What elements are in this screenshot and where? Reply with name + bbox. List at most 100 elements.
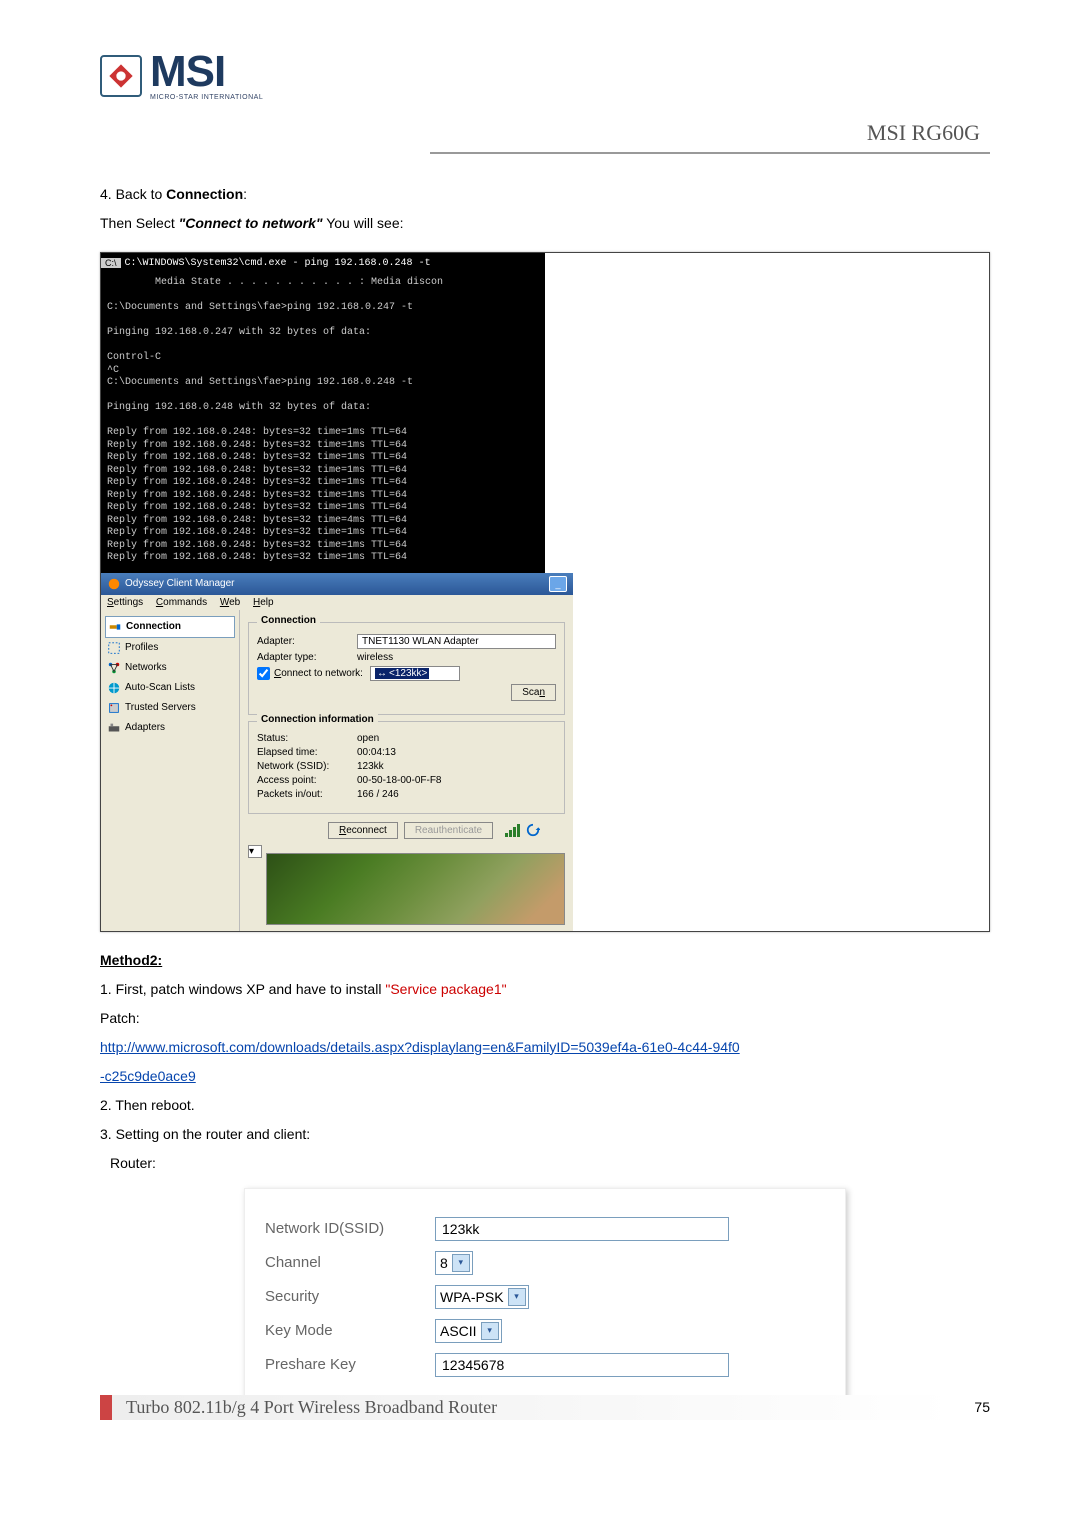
security-value: WPA-PSK	[440, 1289, 504, 1305]
header-rule	[430, 152, 990, 154]
method2-heading: Method2:	[100, 950, 990, 971]
nav-profiles[interactable]: Profiles	[105, 638, 235, 658]
patch-link-line2[interactable]: -c25c9de0ace9	[100, 1068, 196, 1084]
step-then: Then Select	[100, 215, 179, 231]
chevron-down-icon: ▾	[508, 1288, 526, 1306]
channel-select[interactable]: 8▾	[435, 1251, 473, 1275]
step-tail: You will see:	[323, 215, 404, 231]
nav-trusted[interactable]: Trusted Servers	[105, 698, 235, 718]
step-quote: "Connect to network"	[179, 215, 323, 231]
dropdown-arrow[interactable]: ▾	[248, 845, 262, 858]
step-colon: :	[243, 186, 247, 202]
odyssey-titlebar[interactable]: Odyssey Client Manager _	[101, 573, 573, 595]
cmd-titlebar: C:\ C:\WINDOWS\System32\cmd.exe - ping 1…	[101, 253, 545, 273]
minimize-icon[interactable]: _	[549, 576, 567, 592]
nav-adapters[interactable]: Adapters	[105, 718, 235, 738]
screenshot: C:\ C:\WINDOWS\System32\cmd.exe - ping 1…	[100, 252, 990, 932]
ssid-input[interactable]	[435, 1217, 729, 1241]
odyssey-window: Odyssey Client Manager _ Settings Comman…	[101, 573, 573, 931]
logo-text: MSI	[150, 50, 263, 94]
footer-photo	[266, 853, 565, 925]
nav-connection[interactable]: Connection	[105, 616, 235, 638]
group-title: Connection	[257, 615, 320, 626]
channel-value: 8	[440, 1255, 448, 1271]
router-heading: Router:	[110, 1153, 990, 1174]
odyssey-nav: Connection Profiles Networks Auto-Scan L…	[101, 610, 240, 931]
ssid-value: 123kk	[357, 761, 384, 772]
ap-label: Access point:	[257, 775, 357, 786]
ssid-label: Network (SSID):	[257, 761, 357, 772]
security-select[interactable]: WPA-PSK▾	[435, 1285, 529, 1309]
reconnect-button[interactable]: Reconnect	[328, 822, 398, 839]
nav-networks[interactable]: Networks	[105, 658, 235, 678]
network-value: <123kk>	[389, 668, 427, 679]
step4-line1: 4. Back to Connection:	[100, 184, 990, 205]
packets-label: Packets in/out:	[257, 789, 357, 800]
nav-label: Auto-Scan Lists	[125, 682, 195, 693]
patch-link-line1[interactable]: http://www.microsoft.com/downloads/detai…	[100, 1039, 740, 1055]
keymode-select[interactable]: ASCII▾	[435, 1319, 502, 1343]
networks-icon	[107, 661, 121, 675]
menu-commands[interactable]: Commands	[156, 597, 207, 608]
router-config-panel: Network ID(SSID) Channel8▾ SecurityWPA-P…	[244, 1188, 846, 1406]
step-bold: Connection	[166, 186, 243, 202]
menu-web[interactable]: Web	[220, 597, 240, 608]
connect-checkbox[interactable]	[257, 667, 270, 680]
adapter-value[interactable]: TNET1130 WLAN Adapter	[357, 634, 556, 649]
keymode-value: ASCII	[440, 1323, 477, 1339]
scan-button[interactable]: Scan	[511, 684, 556, 701]
msi-logo: MSI MICRO-STAR INTERNATIONAL	[100, 50, 263, 101]
menu-settings[interactable]: Settings	[107, 597, 143, 608]
nav-label: Adapters	[125, 722, 165, 733]
server-icon	[107, 701, 121, 715]
keymode-label: Key Mode	[265, 1322, 435, 1339]
arrows-icon: ↔	[377, 668, 387, 679]
cmd-window: C:\ C:\WINDOWS\System32\cmd.exe - ping 1…	[101, 253, 545, 573]
nav-label: Profiles	[125, 642, 158, 653]
profiles-icon	[107, 641, 121, 655]
connection-group: Connection Adapter:TNET1130 WLAN Adapter…	[248, 622, 565, 715]
step-num: 4.	[100, 186, 112, 202]
logo-subtext: MICRO-STAR INTERNATIONAL	[150, 94, 263, 101]
conninfo-group: Connection information Status:open Elaps…	[248, 721, 565, 814]
footer-line: Turbo 802.11b/g 4 Port Wireless Broadban…	[100, 1395, 954, 1420]
patch-label: Patch:	[100, 1008, 990, 1029]
packets-value: 166 / 246	[357, 789, 399, 800]
odyssey-pane: Connection Adapter:TNET1130 WLAN Adapter…	[240, 610, 573, 931]
method2-step2: 2. Then reboot.	[100, 1095, 990, 1116]
refresh-icon[interactable]	[526, 823, 540, 837]
psk-label: Preshare Key	[265, 1356, 435, 1373]
psk-input[interactable]	[435, 1353, 729, 1377]
page-number: 75	[974, 1399, 990, 1415]
chevron-down-icon: ▾	[481, 1322, 499, 1340]
step-text: 1. First, patch windows XP and have to i…	[100, 981, 385, 997]
chevron-down-icon: ▾	[452, 1254, 470, 1272]
elapsed-value: 00:04:13	[357, 747, 396, 758]
adapter-type-value: wireless	[357, 652, 556, 663]
nav-autoscan[interactable]: Auto-Scan Lists	[105, 678, 235, 698]
logo-icon	[100, 55, 142, 97]
odyssey-title: Odyssey Client Manager	[125, 578, 235, 589]
adapter-icon	[107, 721, 121, 735]
status-label: Status:	[257, 733, 357, 744]
elapsed-label: Elapsed time:	[257, 747, 357, 758]
page-header: MSI MICRO-STAR INTERNATIONAL MSI RG60G	[100, 50, 990, 146]
nav-label: Connection	[126, 621, 181, 632]
step4-line2: Then Select "Connect to network" You wil…	[100, 213, 990, 234]
network-select[interactable]: ↔<123kk>	[370, 666, 460, 681]
reauthenticate-button[interactable]: Reauthenticate	[404, 822, 493, 839]
status-value: open	[357, 733, 379, 744]
service-package-text: "Service package1"	[385, 981, 506, 997]
cmd-output: Media State . . . . . . . . . . . : Medi…	[101, 273, 545, 573]
signal-icon[interactable]	[505, 824, 520, 837]
group-title: Connection information	[257, 714, 378, 725]
method2-step3: 3. Setting on the router and client:	[100, 1124, 990, 1145]
plug-icon	[108, 620, 122, 634]
globe-icon	[107, 681, 121, 695]
security-label: Security	[265, 1288, 435, 1305]
menu-help[interactable]: Help	[253, 597, 274, 608]
cmd-icon: C:\	[101, 258, 121, 268]
nav-label: Networks	[125, 662, 167, 673]
ap-value: 00-50-18-00-0F-F8	[357, 775, 441, 786]
model-name: MSI RG60G	[867, 120, 980, 146]
